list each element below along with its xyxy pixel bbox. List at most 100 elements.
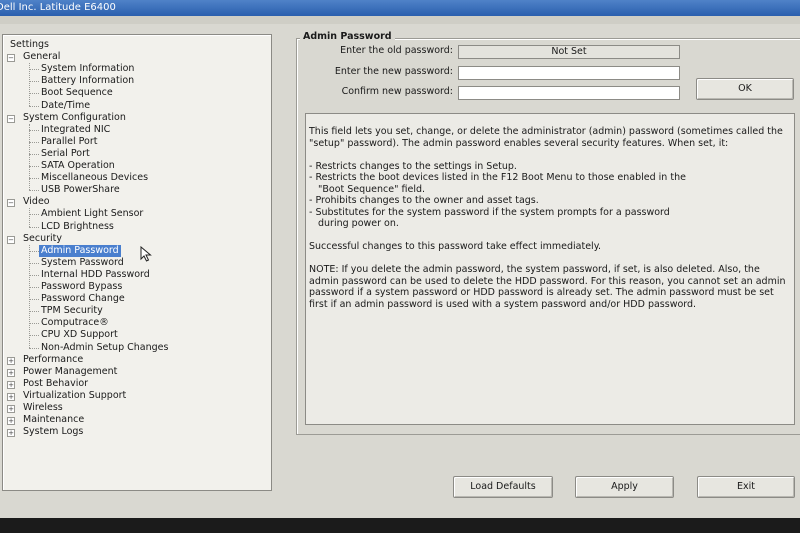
tree-item[interactable]: Admin Password <box>39 244 121 257</box>
tree-group-label: Wireless <box>23 402 63 413</box>
tree-connector <box>29 129 39 131</box>
tree-connector <box>29 190 39 192</box>
new-password-label: Enter the new password: <box>334 66 453 77</box>
collapse-icon[interactable]: − <box>7 235 15 244</box>
confirm-password-input[interactable] <box>458 86 680 100</box>
tree-item[interactable]: Non-Admin Setup Changes <box>39 342 170 354</box>
mouse-cursor-icon <box>140 246 152 262</box>
tree-group[interactable]: − Video <box>7 196 50 208</box>
tree-connector <box>29 93 39 95</box>
old-password-field: Not Set <box>458 45 680 59</box>
tree-group-label: Security <box>23 232 63 244</box>
tree-group-label: Maintenance <box>23 414 85 426</box>
tree-group[interactable]: + Performance <box>7 353 84 366</box>
tree-group[interactable]: + Wireless <box>7 402 63 414</box>
window-title: Dell Inc. Latitude E6400 <box>0 2 116 13</box>
collapse-icon[interactable]: − <box>7 199 15 208</box>
description-successful: Successful changes to this password take… <box>309 241 601 252</box>
tree-item[interactable]: System Password <box>39 257 126 269</box>
description-box: This field lets you set, change, or dele… <box>305 113 795 425</box>
tree-connector <box>29 335 39 337</box>
tree-item[interactable]: Integrated NIC <box>39 124 112 136</box>
expand-icon[interactable]: + <box>7 417 15 426</box>
panel-legend: Admin Password <box>300 31 395 42</box>
tree-group[interactable]: − General <box>7 51 61 63</box>
tree-root[interactable]: Settings <box>10 39 49 51</box>
tree-item[interactable]: SATA Operation <box>39 160 117 172</box>
tree-connector <box>29 250 39 252</box>
tree-group[interactable]: + Post Behavior <box>7 377 89 390</box>
tree-group[interactable]: + Power Management <box>7 365 118 378</box>
description-bullet-cont: "Boot Sequence" field. <box>318 183 426 195</box>
description-bullet: - Restricts changes to the settings in S… <box>309 160 517 172</box>
description-bullet: - Prohibits changes to the owner and ass… <box>309 195 539 206</box>
collapse-icon[interactable]: − <box>7 54 15 63</box>
tree-connector <box>29 287 39 288</box>
tree-connector <box>29 178 39 180</box>
exit-button[interactable]: Exit <box>697 476 795 498</box>
tree-connector <box>29 69 39 71</box>
expand-icon[interactable]: + <box>7 368 15 377</box>
tree-connector <box>29 347 39 349</box>
new-password-input[interactable] <box>458 66 680 80</box>
tree-group[interactable]: + System Logs <box>7 426 84 438</box>
tree-connector <box>29 208 30 227</box>
expand-icon[interactable]: + <box>7 380 15 389</box>
tree-connector <box>29 81 39 83</box>
tree-connector <box>29 141 39 143</box>
tree-connector <box>29 166 39 167</box>
expand-icon[interactable]: + <box>7 356 15 365</box>
tree-connector <box>29 214 39 216</box>
tree-item[interactable]: Password Change <box>39 293 127 305</box>
tree-item[interactable]: Computrace® <box>39 317 111 329</box>
title-separator <box>0 16 800 24</box>
tree-group-label: System Logs <box>23 426 84 438</box>
tree-item[interactable]: Serial Port <box>39 148 92 160</box>
tree-group-label: Post Behavior <box>23 377 89 389</box>
tree-item[interactable]: CPU XD Support <box>39 329 120 341</box>
tree-connector <box>29 123 30 191</box>
tree-item[interactable]: Miscellaneous Devices <box>39 172 150 184</box>
expand-icon[interactable]: + <box>7 405 15 413</box>
ok-button[interactable]: OK <box>696 78 794 100</box>
confirm-password-label: Confirm new password: <box>341 86 453 97</box>
description-bullet: - Substitutes for the system password if… <box>309 206 670 218</box>
tree-connector <box>29 63 30 106</box>
tree-group-label: Performance <box>23 353 84 365</box>
tree-item[interactable]: Boot Sequence <box>39 87 115 99</box>
tree-group[interactable]: − System Configuration <box>7 111 126 124</box>
tree-group-label: System Configuration <box>23 111 126 123</box>
tree-item[interactable]: System Information <box>39 63 136 75</box>
tree-connector <box>29 274 39 276</box>
old-password-label: Enter the old password: <box>340 45 453 56</box>
tree-item[interactable]: Battery Information <box>39 75 136 87</box>
tree-item[interactable]: Date/Time <box>39 100 92 112</box>
tree-group[interactable]: + Virtualization Support <box>7 389 127 402</box>
tree-connector <box>29 153 39 155</box>
tree-item[interactable]: USB PowerShare <box>39 184 122 196</box>
tree-item[interactable]: TPM Security <box>39 305 105 317</box>
expand-icon[interactable]: + <box>7 392 15 401</box>
settings-tree[interactable]: Settings − General System Information Batter… <box>2 34 272 491</box>
tree-group-label: Virtualization Support <box>23 389 127 401</box>
tree-item[interactable]: LCD Brightness <box>39 221 116 233</box>
tree-item[interactable]: Parallel Port <box>39 136 99 148</box>
tree-group[interactable]: − Security <box>7 232 63 245</box>
tree-connector <box>29 323 39 325</box>
tree-connector <box>29 105 39 107</box>
apply-button[interactable]: Apply <box>575 476 674 498</box>
tree-connector <box>29 226 39 228</box>
tree-group-label: Power Management <box>23 365 118 377</box>
tree-group-label: Video <box>23 196 50 208</box>
tree-item[interactable]: Internal HDD Password <box>39 269 152 281</box>
window-title-bar: Dell Inc. Latitude E6400 <box>0 0 800 16</box>
expand-icon[interactable]: + <box>7 429 15 438</box>
tree-group[interactable]: + Maintenance <box>7 414 85 426</box>
tree-connector <box>29 244 30 348</box>
tree-item[interactable]: Password Bypass <box>39 281 124 293</box>
tree-group-label: General <box>23 51 61 63</box>
collapse-icon[interactable]: − <box>7 114 15 123</box>
tree-item[interactable]: Ambient Light Sensor <box>39 208 145 220</box>
description-note: NOTE: If you delete the admin password, … <box>309 264 786 310</box>
load-defaults-button[interactable]: Load Defaults <box>453 476 553 498</box>
